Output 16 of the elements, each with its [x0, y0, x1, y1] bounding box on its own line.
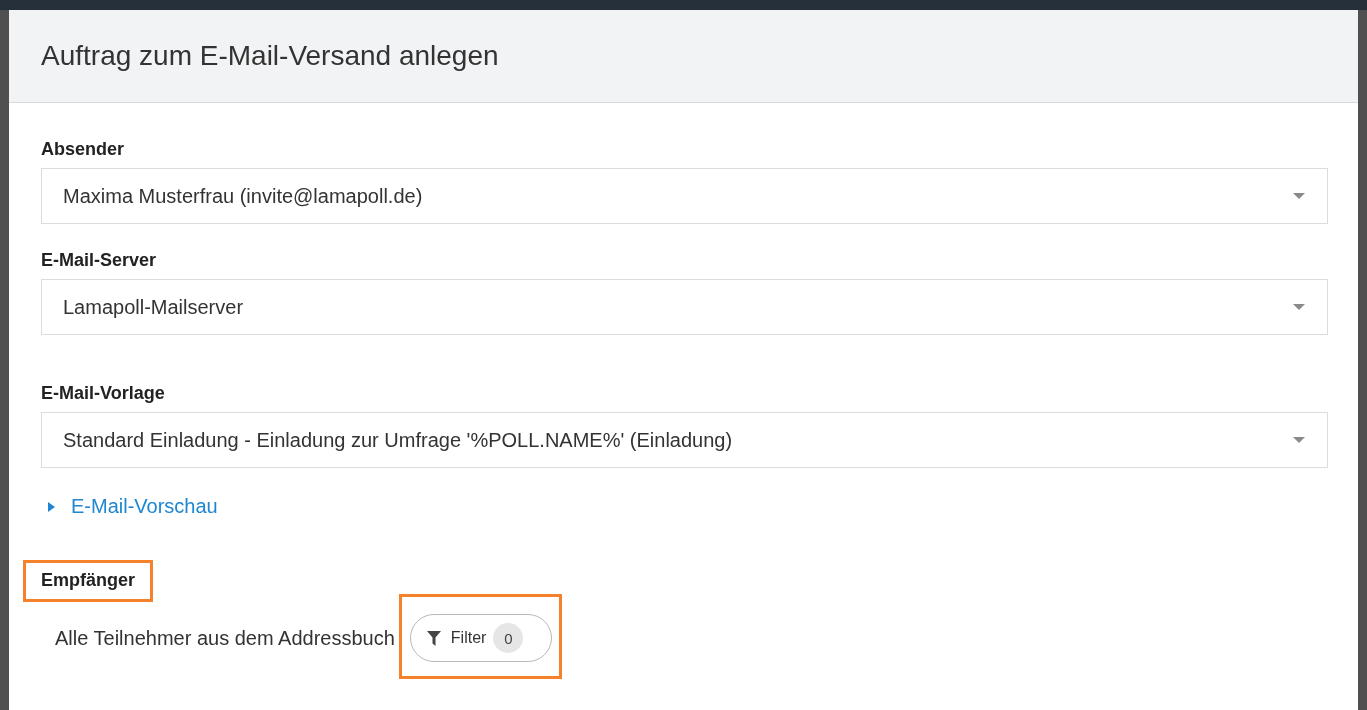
- dialog-title: Auftrag zum E-Mail-Versand anlegen: [41, 40, 499, 72]
- caret-icon: [1293, 437, 1305, 443]
- field-label: E-Mail-Vorlage: [41, 382, 165, 404]
- select-field[interactable]: Maxima Musterfrau (invite@lamapoll.de): [41, 168, 1328, 224]
- field-label: E-Mail-Server: [41, 249, 157, 271]
- select-field[interactable]: Standard Einladung - Einladung zur Umfrage '%POLL.NAME%' (Einladung): [41, 412, 1328, 468]
- select-field[interactable]: Lamapoll-Mailserver: [41, 279, 1328, 335]
- preview-link[interactable]: E-Mail-Vorschau: [71, 495, 218, 518]
- caret-icon: [1293, 193, 1305, 199]
- field-label: Absender: [41, 138, 125, 160]
- section-label: Empfänger: [41, 569, 136, 591]
- filter-button[interactable]: Filter 0: [409, 614, 552, 662]
- filter-icon: [426, 630, 441, 646]
- caret-icon: [1293, 304, 1305, 310]
- recipients-description: Alle Teilnehmer aus dem Addressbuch: [55, 626, 395, 650]
- count-badge: 0: [493, 623, 524, 653]
